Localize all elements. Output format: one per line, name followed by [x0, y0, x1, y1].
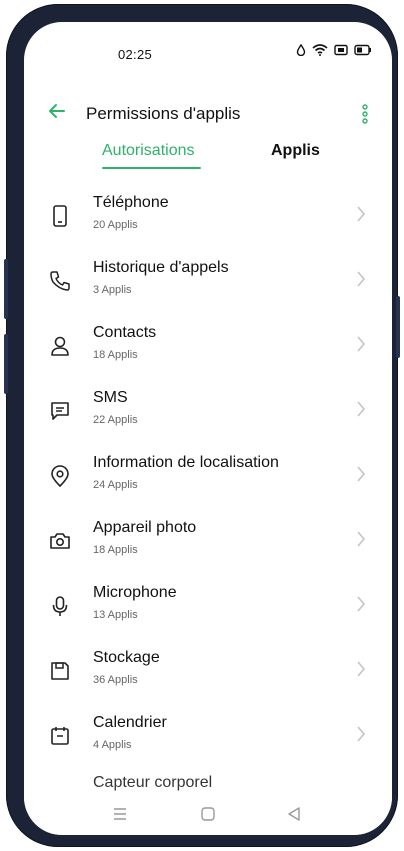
item-label: Stockage	[93, 649, 160, 666]
home-icon[interactable]	[196, 802, 220, 826]
item-count: 36 Applis	[93, 674, 138, 686]
chevron-right-icon	[357, 596, 366, 612]
item-count: 18 Applis	[93, 544, 138, 556]
list-item-microphone[interactable]: Microphone 13 Applis	[24, 574, 392, 640]
page-title: Permissions d'applis	[86, 104, 241, 123]
item-label: Historique d'appels	[93, 259, 229, 276]
calendar-icon	[48, 724, 72, 748]
status-bar: 02:25	[24, 22, 392, 78]
sms-icon	[48, 399, 72, 423]
list-item-calendrier[interactable]: Calendrier 4 Applis	[24, 704, 392, 770]
chevron-right-icon	[357, 336, 366, 352]
item-label: Contacts	[93, 324, 157, 341]
chevron-right-icon	[357, 401, 366, 417]
drop-icon	[296, 44, 306, 56]
item-label: Information de localisation	[93, 454, 279, 471]
microphone-icon	[48, 594, 72, 618]
back-arrow-icon[interactable]	[46, 100, 68, 122]
item-count: 22 Applis	[93, 414, 138, 426]
power-button	[396, 296, 400, 358]
screen: 02:25 Permissions d'applis Autorisations…	[24, 22, 392, 835]
battery-icon	[354, 44, 371, 56]
storage-icon	[48, 659, 72, 683]
volume-down-button	[4, 334, 8, 394]
item-count: 20 Applis	[93, 219, 138, 231]
item-count: 4 Applis	[93, 739, 132, 751]
volume-up-button	[4, 259, 8, 319]
phone-icon	[48, 204, 72, 228]
chevron-right-icon	[357, 661, 366, 677]
list-item-historique-appels[interactable]: Historique d'appels 3 Applis	[24, 249, 392, 315]
item-count: 18 Applis	[93, 349, 138, 361]
tab-applis[interactable]: Applis	[271, 142, 320, 160]
item-label: Calendrier	[93, 714, 167, 731]
chevron-right-icon	[357, 531, 366, 547]
list-item-sms[interactable]: SMS 22 Applis	[24, 379, 392, 445]
location-icon	[48, 464, 72, 488]
list-item-stockage[interactable]: Stockage 36 Applis	[24, 639, 392, 705]
chevron-right-icon	[357, 271, 366, 287]
list-item-contacts[interactable]: Contacts 18 Applis	[24, 314, 392, 380]
chevron-right-icon	[357, 466, 366, 482]
item-label: Appareil photo	[93, 519, 197, 536]
item-count: 3 Applis	[93, 284, 132, 296]
camera-icon	[48, 529, 72, 553]
list-item-appareil-photo[interactable]: Appareil photo 18 Applis	[24, 509, 392, 575]
call-log-icon	[48, 269, 72, 293]
contacts-icon	[48, 334, 72, 358]
item-label: SMS	[93, 389, 128, 406]
list-item-partial-label[interactable]: Capteur corporel	[93, 774, 212, 792]
status-time: 02:25	[118, 47, 153, 62]
list-item-telephone[interactable]: Téléphone 20 Applis	[24, 184, 392, 250]
navigation-bar	[24, 792, 392, 835]
item-label: Microphone	[93, 584, 177, 601]
item-count: 24 Applis	[93, 479, 138, 491]
tab-autorisations[interactable]: Autorisations	[102, 142, 195, 160]
item-count: 13 Applis	[93, 609, 138, 621]
chevron-right-icon	[357, 726, 366, 742]
tab-bar: Autorisations Applis	[24, 134, 392, 174]
back-triangle-icon[interactable]	[282, 802, 306, 826]
list-item-localisation[interactable]: Information de localisation 24 Applis	[24, 444, 392, 510]
wifi-icon	[312, 44, 328, 56]
phone-frame: 02:25 Permissions d'applis Autorisations…	[4, 4, 400, 847]
sim-icon	[334, 44, 348, 56]
status-icons	[296, 44, 372, 56]
app-bar: Permissions d'applis	[24, 92, 392, 132]
menu-icon[interactable]	[108, 802, 132, 826]
item-label: Téléphone	[93, 194, 169, 211]
chevron-right-icon	[357, 206, 366, 222]
more-options-icon[interactable]	[362, 104, 368, 124]
active-tab-indicator	[102, 167, 201, 169]
